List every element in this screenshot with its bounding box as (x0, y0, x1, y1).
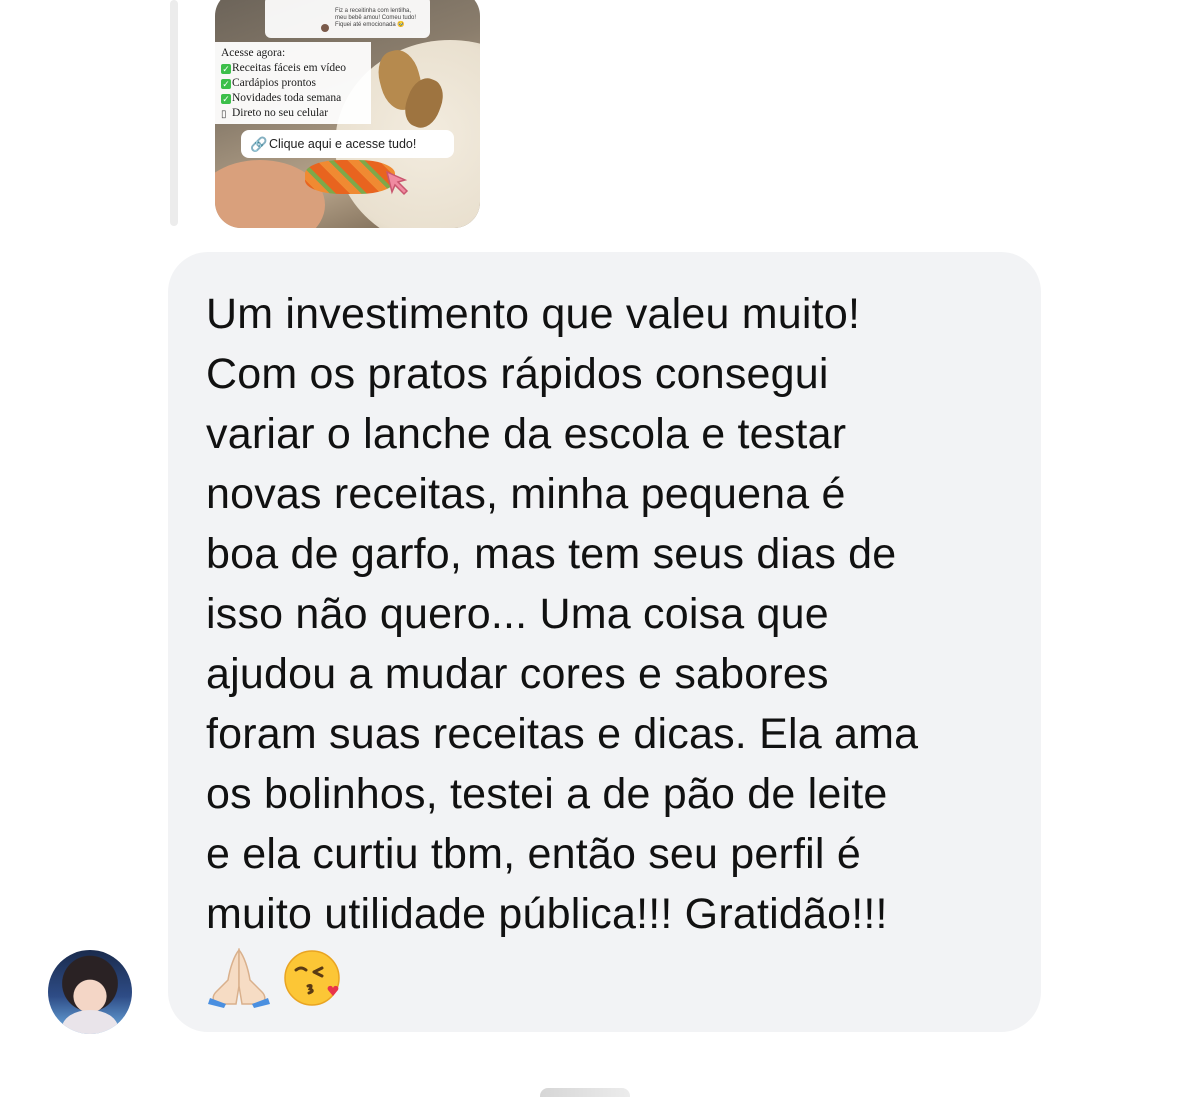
link-label: Clique aqui e acesse tudo! (269, 137, 417, 151)
pointer-arrow-icon (385, 170, 409, 196)
list-item: ▯ Direto no seu celular (221, 107, 329, 120)
next-message-edge (540, 1088, 630, 1097)
story-comment-text: Fiz a receitinha com lentilha, meu bebê … (335, 8, 417, 28)
emoji-row (206, 946, 1011, 1010)
story-reply-preview[interactable]: Fiz a receitinha com lentilha, meu bebê … (215, 0, 480, 228)
check-icon: ✓ (221, 64, 231, 74)
list-item: ✓ Novidades toda semana (221, 92, 342, 104)
dm-thread: Fiz a receitinha com lentilha, meu bebê … (0, 0, 1179, 1097)
link-icon: 🔗 (250, 136, 268, 152)
commenter-avatar (321, 24, 329, 32)
check-icon: ✓ (221, 94, 231, 104)
avatar-shoulder (62, 1010, 118, 1034)
phone-icon: ▯ (221, 109, 227, 120)
sender-avatar[interactable] (48, 950, 132, 1034)
message-text: Um investimento que valeu muito! Com os … (206, 290, 919, 938)
praying-hands-icon (208, 947, 270, 1008)
kissing-face-icon (284, 950, 340, 1006)
list-item: ✓ Cardápios prontos (221, 77, 317, 89)
message-bubble[interactable]: Um investimento que valeu muito! Com os … (168, 252, 1041, 1032)
check-icon: ✓ (221, 79, 231, 89)
story-list-card: Acesse agora: ✓ Receitas fáceis em vídeo … (215, 42, 371, 124)
list-item: ✓ Receitas fáceis em vídeo (221, 62, 346, 74)
vegetables-image (305, 160, 395, 194)
story-comment-card: Fiz a receitinha com lentilha, meu bebê … (265, 0, 430, 38)
reply-indicator-line (170, 0, 178, 226)
story-link-sticker[interactable]: 🔗 Clique aqui e acesse tudo! (241, 130, 454, 158)
list-title: Acesse agora: (221, 47, 286, 59)
